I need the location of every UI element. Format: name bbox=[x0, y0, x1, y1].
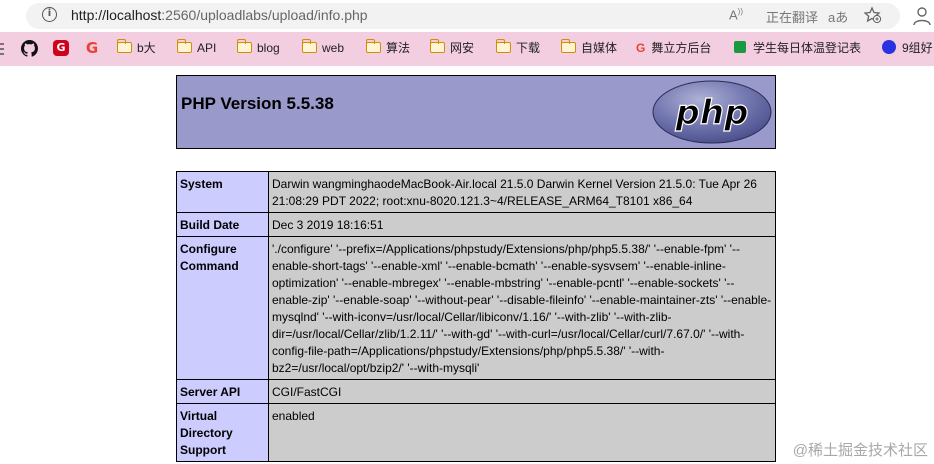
folder-icon bbox=[236, 39, 252, 53]
bookmark-folder-blog[interactable]: blog bbox=[236, 39, 280, 57]
baidu-icon bbox=[882, 40, 896, 54]
bookmark-folder-media[interactable]: 自媒体 bbox=[560, 39, 618, 57]
translate-status[interactable]: 正在翻译 bbox=[766, 7, 818, 26]
php-header: PHP Version 5.5.38 php bbox=[176, 75, 776, 149]
table-row: System Darwin wangminghaodeMacBook-Air.l… bbox=[176, 171, 776, 213]
bookmark-label: 9组好 bbox=[902, 41, 933, 55]
address-bar: i http://localhost:2560/uploadlabs/uploa… bbox=[0, 0, 934, 32]
page-title: PHP Version 5.5.38 bbox=[181, 94, 334, 113]
bookmark-temperature-sheet[interactable]: 学生每日体温登记表 bbox=[734, 39, 861, 57]
folder-icon bbox=[495, 39, 511, 53]
row-key: Virtual Directory Support bbox=[176, 403, 269, 462]
watermark: @稀土掘金技术社区 bbox=[792, 442, 928, 459]
row-key: Build Date bbox=[176, 212, 269, 237]
bookmark-folder-security[interactable]: 网安 bbox=[429, 39, 475, 57]
sheet-icon bbox=[734, 41, 746, 53]
folder-icon bbox=[560, 39, 576, 53]
url-text[interactable]: http://localhost:2560/uploadlabs/upload/… bbox=[71, 7, 368, 23]
bookmark-label: 算法 bbox=[386, 41, 411, 55]
url-host: http://localhost bbox=[71, 7, 162, 23]
bookmark-group9[interactable]: 9组好 bbox=[882, 39, 933, 57]
bookmark-folder-downloads[interactable]: 下载 bbox=[495, 39, 541, 57]
add-favorite-icon[interactable] bbox=[864, 6, 882, 24]
bookmark-label: 自媒体 bbox=[581, 41, 618, 55]
bookmark-folder-b[interactable]: b大 bbox=[116, 39, 156, 57]
table-row: Configure Command './configure' '--prefi… bbox=[176, 236, 776, 380]
read-aloud-icon[interactable]: A)) bbox=[729, 7, 743, 22]
bookmark-folder-algorithms[interactable]: 算法 bbox=[365, 39, 411, 57]
site-info-icon[interactable]: i bbox=[42, 7, 57, 22]
profile-icon[interactable] bbox=[910, 5, 934, 27]
row-value: Darwin wangminghaodeMacBook-Air.local 21… bbox=[268, 171, 776, 213]
bookmark-label: 学生每日体温登记表 bbox=[753, 41, 862, 55]
google-icon: G bbox=[636, 41, 646, 55]
table-row: Virtual Directory Support enabled bbox=[176, 403, 776, 462]
bookmark-label: b大 bbox=[137, 41, 156, 55]
folder-icon bbox=[116, 39, 132, 53]
bookmark-label: web bbox=[322, 41, 345, 55]
read-aloud-glyph: A bbox=[729, 7, 738, 23]
folder-icon bbox=[301, 39, 317, 53]
table-row: Server API CGI/FastCGI bbox=[176, 379, 776, 404]
row-value: enabled bbox=[268, 403, 776, 462]
bookmark-dance-admin[interactable]: G 舞立方后台 bbox=[636, 39, 711, 57]
row-value: './configure' '--prefix=/Applications/ph… bbox=[268, 236, 776, 380]
row-key: Server API bbox=[176, 379, 269, 404]
php-info-table: System Darwin wangminghaodeMacBook-Air.l… bbox=[176, 171, 776, 462]
row-key: Configure Command bbox=[176, 236, 269, 380]
github-icon[interactable] bbox=[21, 40, 38, 57]
sidebar-toggle-icon[interactable] bbox=[0, 42, 6, 56]
bookmark-label: API bbox=[197, 41, 217, 55]
bookmark-label: 网安 bbox=[450, 41, 475, 55]
bookmark-label: 下载 bbox=[516, 41, 541, 55]
bookmark-folder-web[interactable]: web bbox=[301, 39, 345, 57]
folder-icon bbox=[429, 39, 445, 53]
folder-icon bbox=[365, 39, 381, 53]
gitee-icon[interactable]: G bbox=[53, 40, 69, 56]
bookmark-label: 舞立方后台 bbox=[651, 41, 712, 55]
php-logo: php bbox=[652, 80, 772, 144]
php-logo-text: php bbox=[675, 93, 749, 133]
row-key: System bbox=[176, 171, 269, 213]
row-value: CGI/FastCGI bbox=[268, 379, 776, 404]
google-icon[interactable]: G bbox=[84, 40, 100, 56]
bookmark-label: blog bbox=[257, 41, 280, 55]
url-path: :2560/uploadlabs/upload/info.php bbox=[161, 7, 368, 23]
bookmarks-bar: G G b大 API blog web 算法 网安 下载 自媒体 G 舞立方后台 … bbox=[0, 32, 934, 66]
row-value: Dec 3 2019 18:16:51 bbox=[268, 212, 776, 237]
bookmark-folder-api[interactable]: API bbox=[176, 39, 217, 57]
table-row: Build Date Dec 3 2019 18:16:51 bbox=[176, 212, 776, 237]
text-size-icon[interactable]: aあ bbox=[828, 7, 848, 26]
folder-icon bbox=[176, 39, 192, 53]
